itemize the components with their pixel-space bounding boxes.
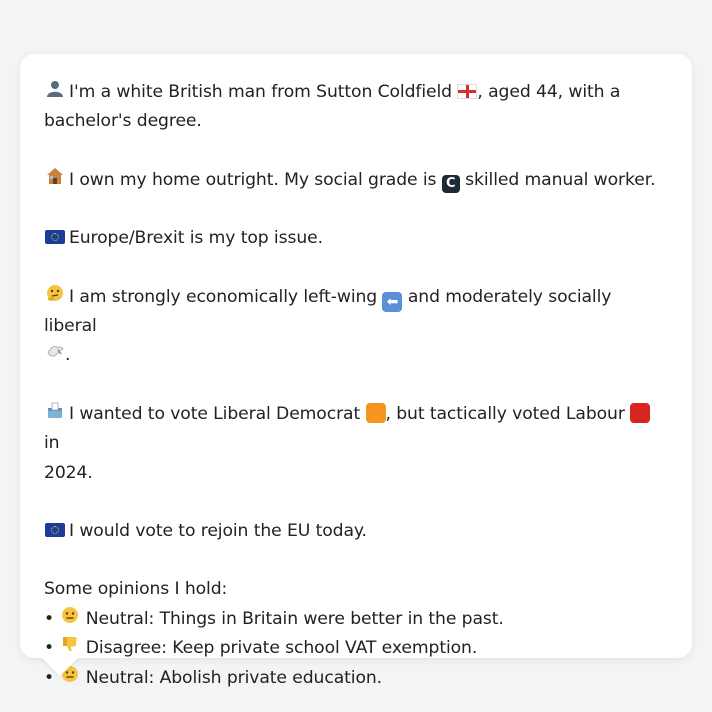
dove-icon	[44, 342, 65, 364]
vote-text-c: in	[44, 433, 60, 454]
top-issue-text: Europe/Brexit is my top issue.	[69, 228, 323, 249]
housing-text-b: skilled manual worker.	[465, 169, 656, 190]
ideology-line2-suffix: .	[65, 345, 71, 366]
house-icon	[44, 167, 65, 189]
vote-text-b: , but tactically voted Labour	[385, 403, 625, 424]
identity-paragraph: I'm a white British man from Sutton Cold…	[44, 78, 668, 137]
red-square-icon	[630, 402, 651, 423]
england-flag-icon	[457, 84, 478, 99]
vote-paragraph: I wanted to vote Liberal Democrat , but …	[44, 400, 668, 488]
bust-in-silhouette-icon	[44, 79, 65, 101]
speech-bubble-tail	[40, 656, 80, 676]
orange-square-icon	[365, 402, 386, 423]
identity-line2: bachelor's degree.	[44, 111, 202, 132]
ideology-text-a: I am strongly economically left-wing	[69, 286, 378, 307]
chat-message-bubble: I'm a white British man from Sutton Cold…	[20, 54, 692, 688]
grade-c-icon: C	[441, 174, 460, 193]
opinions-section: Some opinions I hold: • Neutral: Things …	[44, 575, 668, 693]
opinion-item: • Disagree: Keep private school VAT exem…	[44, 634, 668, 663]
rejoin-paragraph: I would vote to rejoin the EU today.	[44, 517, 668, 546]
opinion-text: Neutral: Things in Britain were better i…	[85, 608, 504, 629]
thinking-face-icon	[44, 284, 65, 306]
housing-paragraph: I own my home outright. My social grade …	[44, 166, 668, 195]
eu-flag-icon	[44, 523, 65, 540]
opinion-item: • Neutral: Things in Britain were better…	[44, 605, 668, 634]
opinions-heading: Some opinions I hold:	[44, 579, 228, 600]
housing-text-a: I own my home outright. My social grade …	[69, 169, 437, 190]
identity-text-b: , aged 44, with a	[477, 82, 621, 102]
bullet: •	[44, 608, 55, 629]
opinion-text: Disagree: Keep private school VAT exempt…	[85, 638, 478, 659]
top-issue-paragraph: Europe/Brexit is my top issue.	[44, 224, 668, 253]
vote-line2: 2024.	[44, 462, 93, 483]
ideology-paragraph: I am strongly economically left-wing ⬅ a…	[44, 283, 668, 371]
opinion-text: Neutral: Abolish private education.	[85, 667, 383, 688]
neutral-face-icon	[59, 606, 80, 628]
eu-flag-icon	[44, 230, 65, 247]
vote-text-a: I wanted to vote Liberal Democrat	[69, 403, 361, 424]
identity-text-a: I'm a white British man from Sutton Cold…	[69, 82, 452, 102]
rejoin-text: I would vote to rejoin the EU today.	[69, 521, 367, 542]
left-arrow-icon: ⬅	[382, 291, 403, 312]
ballot-box-icon	[44, 401, 65, 423]
opinion-item: • Neutral: Abolish private education.	[44, 664, 668, 693]
thumbs-down-icon	[59, 635, 80, 657]
